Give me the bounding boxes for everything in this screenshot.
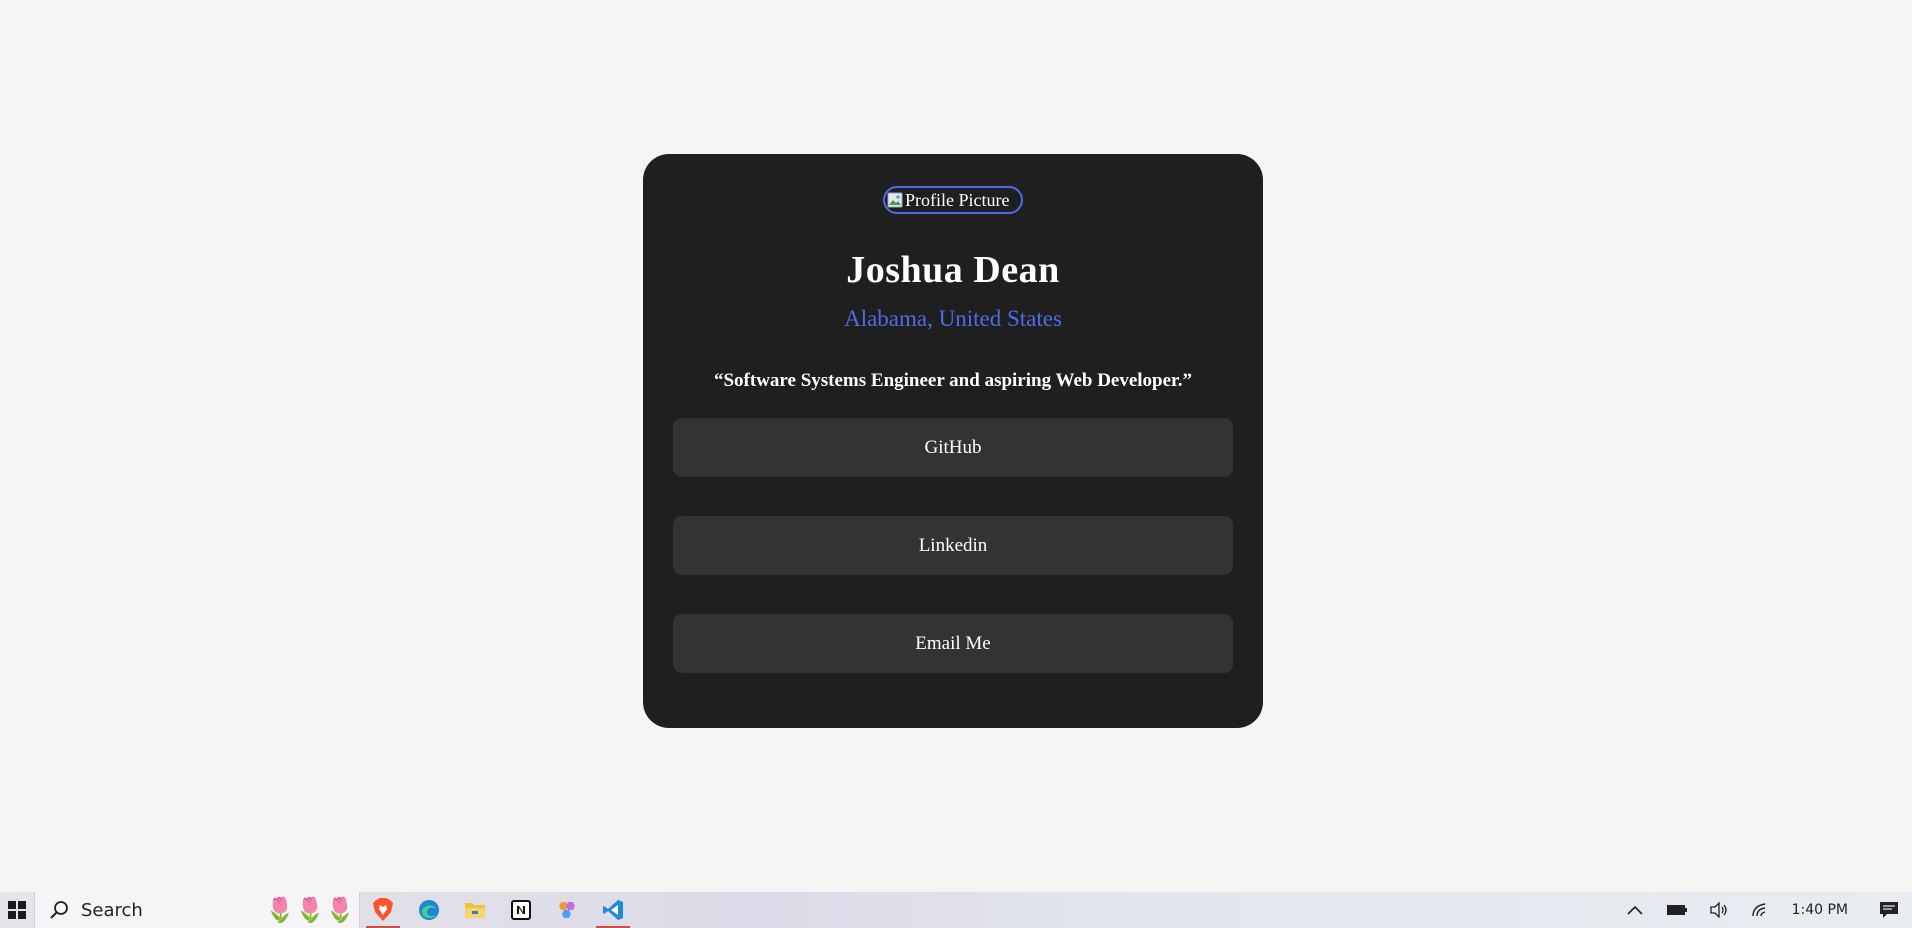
taskbar-clock[interactable]: 1:40 PM: [1782, 902, 1866, 918]
chevron-up-icon[interactable]: [1614, 892, 1656, 928]
page-body: Profile Picture Joshua Dean Alabama, Uni…: [0, 0, 1912, 892]
profile-name: Joshua Dean: [846, 249, 1060, 291]
profile-card: Profile Picture Joshua Dean Alabama, Uni…: [643, 154, 1263, 728]
email-link-button[interactable]: Email Me: [673, 614, 1233, 673]
notion-icon[interactable]: [498, 892, 544, 928]
app-icon[interactable]: [544, 892, 590, 928]
volume-icon[interactable]: [1698, 892, 1740, 928]
linkedin-link-button[interactable]: Linkedin: [673, 516, 1233, 575]
github-link-button[interactable]: GitHub: [673, 418, 1233, 477]
vscode-icon[interactable]: [590, 892, 636, 928]
system-tray: 1:40 PM: [1614, 892, 1912, 928]
file-explorer-icon[interactable]: [452, 892, 498, 928]
tulips-icon: 🌷🌷🌷: [265, 896, 355, 924]
brave-icon[interactable]: [360, 892, 406, 928]
wifi-icon[interactable]: [1740, 892, 1782, 928]
search-label: Search: [81, 899, 143, 921]
profile-location: Alabama, United States: [844, 306, 1062, 331]
notifications-icon[interactable]: [1866, 892, 1912, 928]
edge-icon[interactable]: [406, 892, 452, 928]
profile-tagline: “Software Systems Engineer and aspiring …: [713, 370, 1192, 391]
profile-picture: Profile Picture: [883, 186, 1023, 214]
broken-image-icon: [887, 192, 903, 208]
windows-taskbar: Search 🌷🌷🌷 1:40 PM: [0, 892, 1912, 928]
windows-logo-icon: [8, 901, 26, 919]
battery-icon[interactable]: [1656, 892, 1698, 928]
profile-picture-alt-text: Profile Picture: [905, 189, 1010, 210]
search-icon: [50, 901, 68, 919]
taskbar-search-box[interactable]: Search 🌷🌷🌷: [34, 892, 360, 928]
link-list: GitHub Linkedin Email Me: [673, 418, 1233, 673]
start-button[interactable]: [0, 892, 34, 928]
